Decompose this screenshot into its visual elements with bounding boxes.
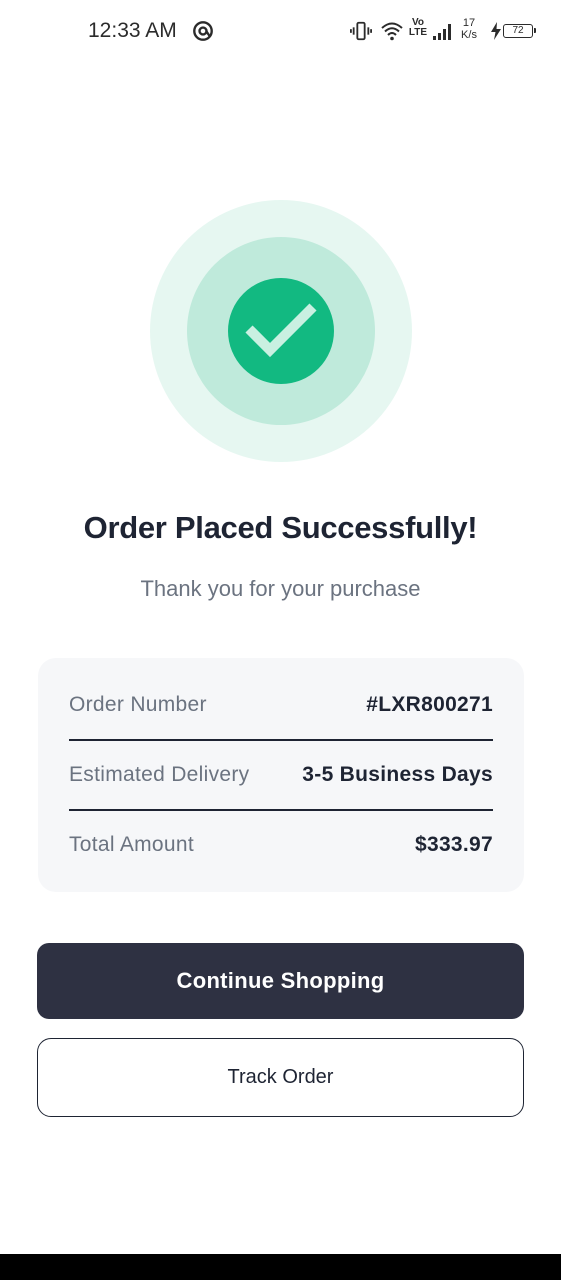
estimated-delivery-label: Estimated Delivery (69, 763, 250, 786)
divider (69, 739, 493, 741)
network-speed-unit: K/s (461, 29, 477, 41)
network-speed: 17 K/s (458, 17, 480, 41)
page-subtitle: Thank you for your purchase (140, 576, 421, 601)
checkmark-icon (245, 303, 317, 358)
order-number-label: Order Number (69, 693, 207, 716)
success-graphic (150, 200, 412, 462)
total-amount-row: Total Amount $333.97 (69, 825, 493, 865)
vibrate-icon (350, 21, 372, 41)
estimated-delivery-value: 3-5 Business Days (302, 763, 493, 786)
success-ring (187, 237, 375, 425)
volte-indicator: Vo LTE (408, 17, 428, 38)
continue-shopping-button[interactable]: Continue Shopping (37, 943, 524, 1019)
success-check-circle (228, 278, 334, 384)
total-amount-label: Total Amount (69, 833, 195, 856)
order-number-row: Order Number #LXR800271 (69, 685, 493, 725)
total-amount-value: $333.97 (414, 833, 493, 856)
estimated-delivery-row: Estimated Delivery 3-5 Business Days (69, 755, 493, 795)
system-navigation-bar (0, 1254, 561, 1280)
order-number-value: #LXR800271 (366, 693, 493, 716)
status-time: 12:33 AM (88, 19, 177, 42)
network-speed-value: 17 (462, 17, 476, 29)
track-order-button[interactable]: Track Order (37, 1038, 524, 1117)
status-bar: 12:33 AM Vo LTE 17 K/s 72 (0, 0, 561, 62)
order-summary-card: Order Number #LXR800271 Estimated Delive… (38, 658, 524, 892)
battery-icon: 72 (503, 24, 536, 38)
divider (69, 809, 493, 811)
charging-icon (491, 22, 501, 40)
wifi-icon (381, 22, 403, 41)
page-title: Order Placed Successfully! (83, 510, 478, 545)
signal-icon (433, 24, 451, 40)
at-sign-icon (193, 21, 213, 41)
